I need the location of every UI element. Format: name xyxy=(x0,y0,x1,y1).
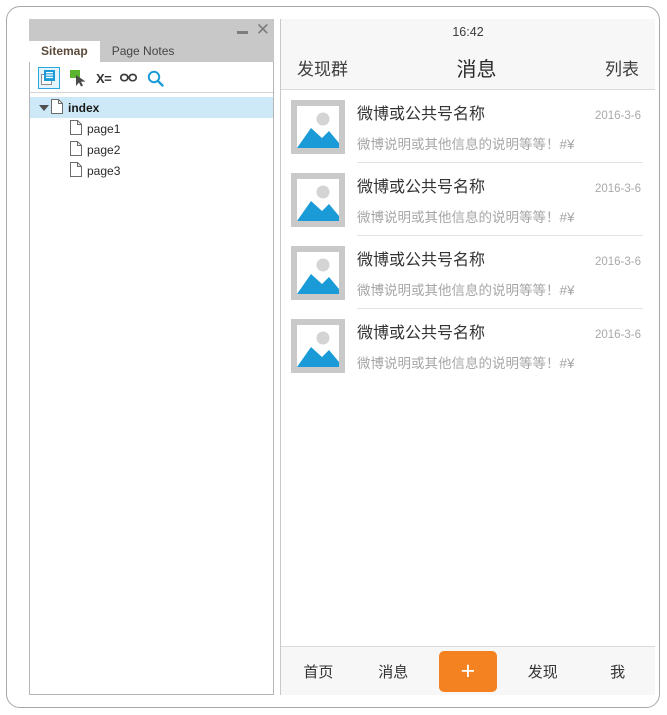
tab-page-notes-label: Page Notes xyxy=(111,44,175,58)
image-placeholder-icon xyxy=(291,100,345,154)
list-item-content: 微博或公共号名称 2016-3-6 微博说明或其他信息的说明等等！#¥ xyxy=(357,173,643,236)
list-item[interactable]: 微博或公共号名称 2016-3-6 微博说明或其他信息的说明等等！#¥ xyxy=(291,90,655,163)
tab-me[interactable]: 我 xyxy=(580,661,655,682)
panel-tab-strip: Sitemap Page Notes xyxy=(29,41,274,62)
page-file-icon xyxy=(70,119,82,138)
list-item-date: 2016-3-6 xyxy=(594,256,641,268)
variables-icon-label: X= xyxy=(96,70,112,86)
window-controls: ✕ xyxy=(236,19,270,41)
application-window: ✕ Sitemap Page Notes X= index page1 page… xyxy=(6,6,660,708)
list-item-title: 微博或公共号名称 xyxy=(357,179,486,196)
list-item-header: 微博或公共号名称 2016-3-6 xyxy=(357,100,643,124)
tree-item-page2[interactable]: page2 xyxy=(30,139,273,160)
close-icon[interactable]: ✕ xyxy=(256,22,270,39)
list-item-header: 微博或公共号名称 2016-3-6 xyxy=(357,319,643,343)
status-bar: 16:42 xyxy=(281,19,655,45)
tree-item-page3-label: page3 xyxy=(87,163,121,178)
sitemap-panel: ✕ Sitemap Page Notes X= index page1 page… xyxy=(29,19,274,695)
list-item-title: 微博或公共号名称 xyxy=(357,252,486,269)
tab-sitemap[interactable]: Sitemap xyxy=(29,41,100,62)
image-placeholder-icon xyxy=(291,319,345,373)
tree-item-page1[interactable]: page1 xyxy=(30,118,273,139)
list-item-title: 微博或公共号名称 xyxy=(357,106,486,123)
variables-icon[interactable]: X= xyxy=(96,70,112,86)
tab-messages-label: 消息 xyxy=(378,663,409,681)
list-item[interactable]: 微博或公共号名称 2016-3-6 微博说明或其他信息的说明等等！#¥ xyxy=(291,236,655,309)
list-item-date: 2016-3-6 xyxy=(594,329,641,341)
phone-preview: 16:42 发现群 消息 列表 微博或公共号名称 2016-3-6 微博说明或其… xyxy=(280,19,655,695)
panel-title-bar: ✕ xyxy=(29,19,274,41)
list-item-subtitle: 微博说明或其他信息的说明等等！#¥ xyxy=(357,210,575,225)
tab-page-notes[interactable]: Page Notes xyxy=(99,41,187,62)
link-icon[interactable] xyxy=(120,72,138,84)
tab-home[interactable]: 首页 xyxy=(281,661,356,682)
sitemap-tree: index page1 page2 page3 xyxy=(30,93,273,181)
list-item-title: 微博或公共号名称 xyxy=(357,325,486,342)
page-file-icon xyxy=(51,98,63,117)
tab-discover[interactable]: 发现 xyxy=(505,661,580,682)
cursor-select-icon[interactable] xyxy=(69,69,87,87)
page-file-icon xyxy=(70,140,82,159)
sitemap-body: X= index page1 page2 page3 xyxy=(29,62,274,695)
tab-messages[interactable]: 消息 xyxy=(356,661,431,682)
message-list: 微博或公共号名称 2016-3-6 微博说明或其他信息的说明等等！#¥ 微博或公… xyxy=(281,90,655,381)
list-item-content: 微博或公共号名称 2016-3-6 微博说明或其他信息的说明等等！#¥ xyxy=(357,100,643,163)
list-item-content: 微博或公共号名称 2016-3-6 微博说明或其他信息的说明等等！#¥ xyxy=(357,319,643,381)
add-page-icon[interactable] xyxy=(38,67,60,89)
list-item[interactable]: 微博或公共号名称 2016-3-6 微博说明或其他信息的说明等等！#¥ xyxy=(291,309,655,381)
status-bar-time: 16:42 xyxy=(452,25,484,39)
bottom-tab-bar: 首页 消息 + 发现 我 xyxy=(281,646,655,695)
list-item-header: 微博或公共号名称 2016-3-6 xyxy=(357,173,643,197)
list-item-date: 2016-3-6 xyxy=(594,110,641,122)
tab-home-label: 首页 xyxy=(303,663,334,681)
tree-item-index[interactable]: index xyxy=(30,97,273,118)
nav-bar: 发现群 消息 列表 xyxy=(281,45,655,90)
tree-item-index-label: index xyxy=(68,100,100,115)
nav-right-button[interactable]: 列表 xyxy=(605,55,639,80)
search-icon[interactable] xyxy=(147,70,164,87)
minimize-icon[interactable] xyxy=(236,31,248,34)
tree-item-page3[interactable]: page3 xyxy=(30,160,273,181)
tree-item-page1-label: page1 xyxy=(87,121,121,136)
list-item-header: 微博或公共号名称 2016-3-6 xyxy=(357,246,643,270)
list-item[interactable]: 微博或公共号名称 2016-3-6 微博说明或其他信息的说明等等！#¥ xyxy=(291,163,655,236)
tab-me-label: 我 xyxy=(610,663,626,681)
list-item-subtitle: 微博说明或其他信息的说明等等！#¥ xyxy=(357,137,575,152)
tree-item-page2-label: page2 xyxy=(87,142,121,157)
tab-compose[interactable]: + xyxy=(431,650,506,692)
list-item-content: 微博或公共号名称 2016-3-6 微博说明或其他信息的说明等等！#¥ xyxy=(357,246,643,309)
list-item-subtitle: 微博说明或其他信息的说明等等！#¥ xyxy=(357,283,575,298)
page-title: 消息 xyxy=(456,58,497,81)
image-placeholder-icon xyxy=(291,246,345,300)
tab-discover-label: 发现 xyxy=(527,663,558,681)
list-item-subtitle: 微博说明或其他信息的说明等等！#¥ xyxy=(357,356,575,371)
nav-left-button[interactable]: 发现群 xyxy=(297,55,348,80)
image-placeholder-icon xyxy=(291,173,345,227)
sitemap-toolbar: X= xyxy=(30,62,273,93)
chevron-down-icon[interactable] xyxy=(38,101,51,114)
plus-icon[interactable]: + xyxy=(438,650,497,692)
page-file-icon xyxy=(70,161,82,180)
tab-sitemap-label: Sitemap xyxy=(41,44,88,58)
list-item-date: 2016-3-6 xyxy=(594,183,641,195)
